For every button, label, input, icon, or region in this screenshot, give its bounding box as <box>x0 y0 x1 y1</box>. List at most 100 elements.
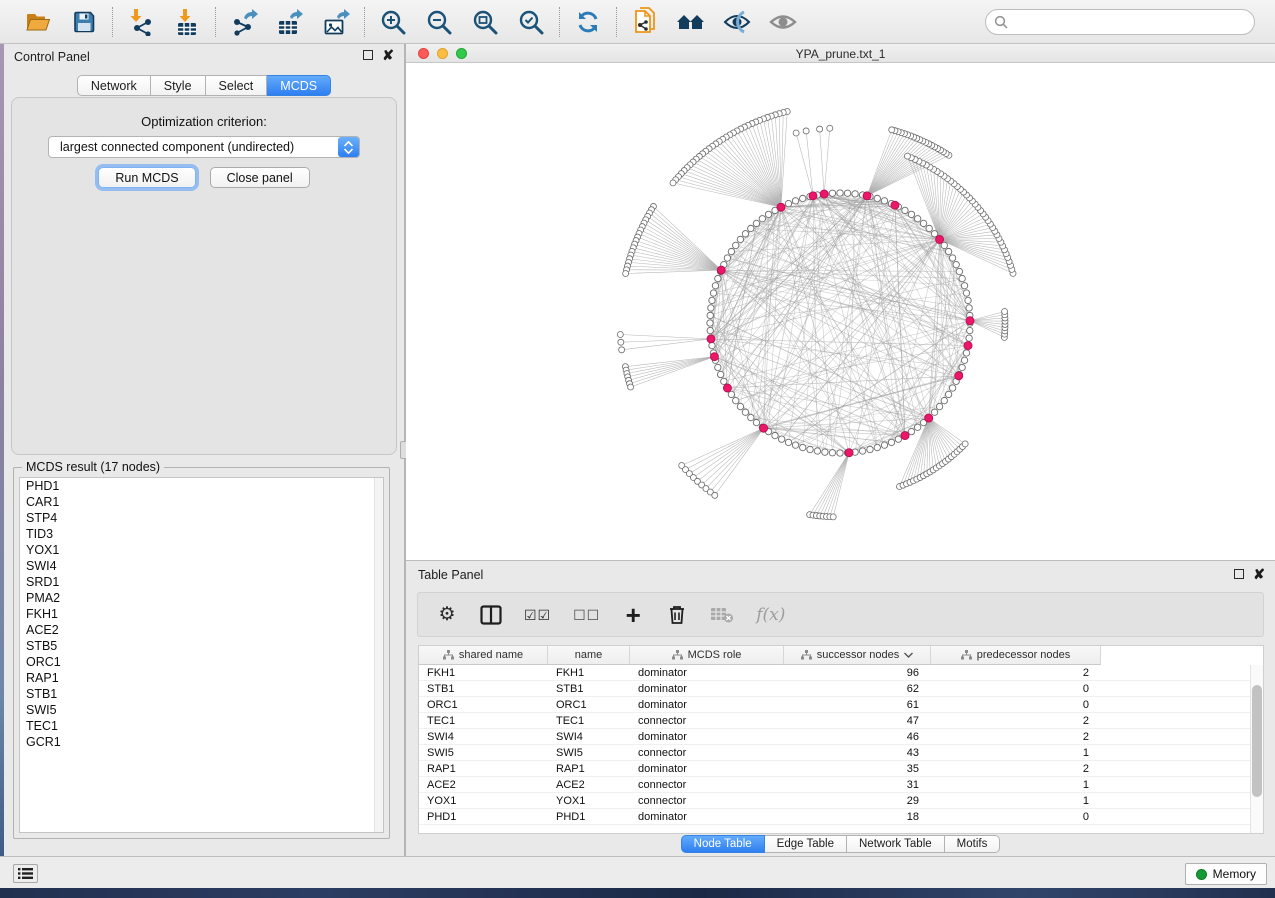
network-node[interactable] <box>959 364 965 370</box>
deselect-all-columns-icon[interactable]: ☐☐ <box>573 605 600 625</box>
mcds-hub-node[interactable] <box>964 342 972 350</box>
tab-mcds[interactable]: MCDS <box>267 75 331 96</box>
network-node[interactable] <box>733 397 739 403</box>
table-row[interactable]: YOX1YOX1connector291 <box>419 793 1263 809</box>
mcds-result-item[interactable]: ORC1 <box>20 654 383 670</box>
network-node[interactable] <box>949 385 955 391</box>
table-row[interactable]: SWI5SWI5connector431 <box>419 745 1263 761</box>
network-node[interactable] <box>748 414 754 420</box>
network-leaf-node[interactable] <box>617 332 623 338</box>
show-columns-icon[interactable] <box>480 605 502 625</box>
mcds-hub-node[interactable] <box>845 449 853 457</box>
import-table-icon[interactable] <box>172 7 202 37</box>
network-node[interactable] <box>963 350 969 356</box>
run-mcds-button[interactable]: Run MCDS <box>98 167 195 188</box>
network-node[interactable] <box>837 190 843 196</box>
mcds-result-item[interactable]: PMA2 <box>20 590 383 606</box>
network-node[interactable] <box>715 364 721 370</box>
network-node[interactable] <box>708 305 714 311</box>
mcds-hub-node[interactable] <box>707 335 715 343</box>
tab-select[interactable]: Select <box>206 75 268 96</box>
network-leaf-node[interactable] <box>1002 308 1008 314</box>
table-tab-edge-table[interactable]: Edge Table <box>765 835 847 853</box>
create-column-icon[interactable]: + <box>622 605 644 625</box>
network-node[interactable] <box>936 403 942 409</box>
network-node[interactable] <box>920 220 926 226</box>
network-node[interactable] <box>874 195 880 201</box>
tab-style[interactable]: Style <box>151 75 206 96</box>
network-node[interactable] <box>717 371 723 377</box>
network-leaf-node[interactable] <box>712 492 718 498</box>
search-field[interactable] <box>985 9 1255 35</box>
network-leaf-node[interactable] <box>904 153 910 159</box>
network-node[interactable] <box>931 409 937 415</box>
network-node[interactable] <box>748 225 754 231</box>
network-node[interactable] <box>772 432 778 438</box>
network-node[interactable] <box>778 436 784 442</box>
network-node[interactable] <box>822 449 828 455</box>
network-node[interactable] <box>959 275 965 281</box>
mcds-hub-node[interactable] <box>820 190 828 198</box>
network-node[interactable] <box>759 216 765 222</box>
mcds-hub-node[interactable] <box>717 266 725 274</box>
mcds-hub-node[interactable] <box>723 384 731 392</box>
network-node[interactable] <box>733 242 739 248</box>
mcds-result-item[interactable]: YOX1 <box>20 542 383 558</box>
search-input[interactable] <box>1008 15 1254 29</box>
save-session-icon[interactable] <box>69 7 99 37</box>
network-leaf-node[interactable] <box>817 126 823 132</box>
mcds-result-item[interactable]: STP4 <box>20 510 383 526</box>
mcds-hub-node[interactable] <box>809 192 817 200</box>
float-table-panel-icon[interactable] <box>1234 569 1244 579</box>
mcds-result-item[interactable]: SWI5 <box>20 702 383 718</box>
column-header-successor-nodes[interactable]: successor nodes <box>784 646 931 665</box>
close-panel-button[interactable]: Close panel <box>210 167 310 188</box>
network-node[interactable] <box>881 442 887 448</box>
mcds-hub-node[interactable] <box>710 353 718 361</box>
close-panel-icon[interactable]: ✘ <box>382 50 394 60</box>
mcds-hub-node[interactable] <box>891 201 899 209</box>
table-tab-network-table[interactable]: Network Table <box>847 835 945 853</box>
column-header-shared-name[interactable]: shared name <box>419 646 548 665</box>
network-node[interactable] <box>742 409 748 415</box>
mcds-hub-node[interactable] <box>925 414 933 422</box>
table-row[interactable]: ACE2ACE2connector311 <box>419 777 1263 793</box>
zoom-fit-icon[interactable] <box>470 7 500 37</box>
network-node[interactable] <box>908 211 914 217</box>
column-header-MCDS-role[interactable]: MCDS role <box>630 646 784 665</box>
network-leaf-node[interactable] <box>670 180 676 186</box>
network-leaf-node[interactable] <box>619 347 625 353</box>
hide-selected-eye-icon[interactable] <box>722 7 752 37</box>
network-view-canvas[interactable] <box>406 63 1275 560</box>
mcds-result-item[interactable]: SRD1 <box>20 574 383 590</box>
mcds-result-item[interactable]: SWI4 <box>20 558 383 574</box>
network-node[interactable] <box>941 397 947 403</box>
memory-button[interactable]: Memory <box>1185 863 1267 885</box>
network-node[interactable] <box>737 403 743 409</box>
home-view-icon[interactable] <box>676 7 706 37</box>
export-network-icon[interactable] <box>229 7 259 37</box>
network-node[interactable] <box>967 327 973 333</box>
network-node[interactable] <box>949 255 955 261</box>
network-node[interactable] <box>814 448 820 454</box>
export-table-icon[interactable] <box>275 7 305 37</box>
zoom-selected-icon[interactable] <box>516 7 546 37</box>
network-node[interactable] <box>721 378 727 384</box>
network-node[interactable] <box>888 439 894 445</box>
network-node[interactable] <box>874 444 880 450</box>
task-history-list-icon[interactable] <box>13 864 38 883</box>
network-node[interactable] <box>945 391 951 397</box>
mcds-result-list[interactable]: PHD1CAR1STP4TID3YOX1SWI4SRD1PMA2FKH1ACE2… <box>19 477 384 833</box>
network-node[interactable] <box>792 442 798 448</box>
network-leaf-node[interactable] <box>803 128 809 134</box>
optimization-criterion-dropdown[interactable]: largest connected component (undirected) <box>48 136 360 158</box>
close-table-panel-icon[interactable]: ✘ <box>1253 569 1265 579</box>
network-node[interactable] <box>902 207 908 213</box>
table-row[interactable]: RAP1RAP1dominator352 <box>419 761 1263 777</box>
open-file-icon[interactable] <box>23 7 53 37</box>
network-node[interactable] <box>785 200 791 206</box>
column-header-predecessor-nodes[interactable]: predecessor nodes <box>931 646 1101 665</box>
network-node[interactable] <box>724 255 730 261</box>
network-node[interactable] <box>867 446 873 452</box>
network-node[interactable] <box>945 248 951 254</box>
